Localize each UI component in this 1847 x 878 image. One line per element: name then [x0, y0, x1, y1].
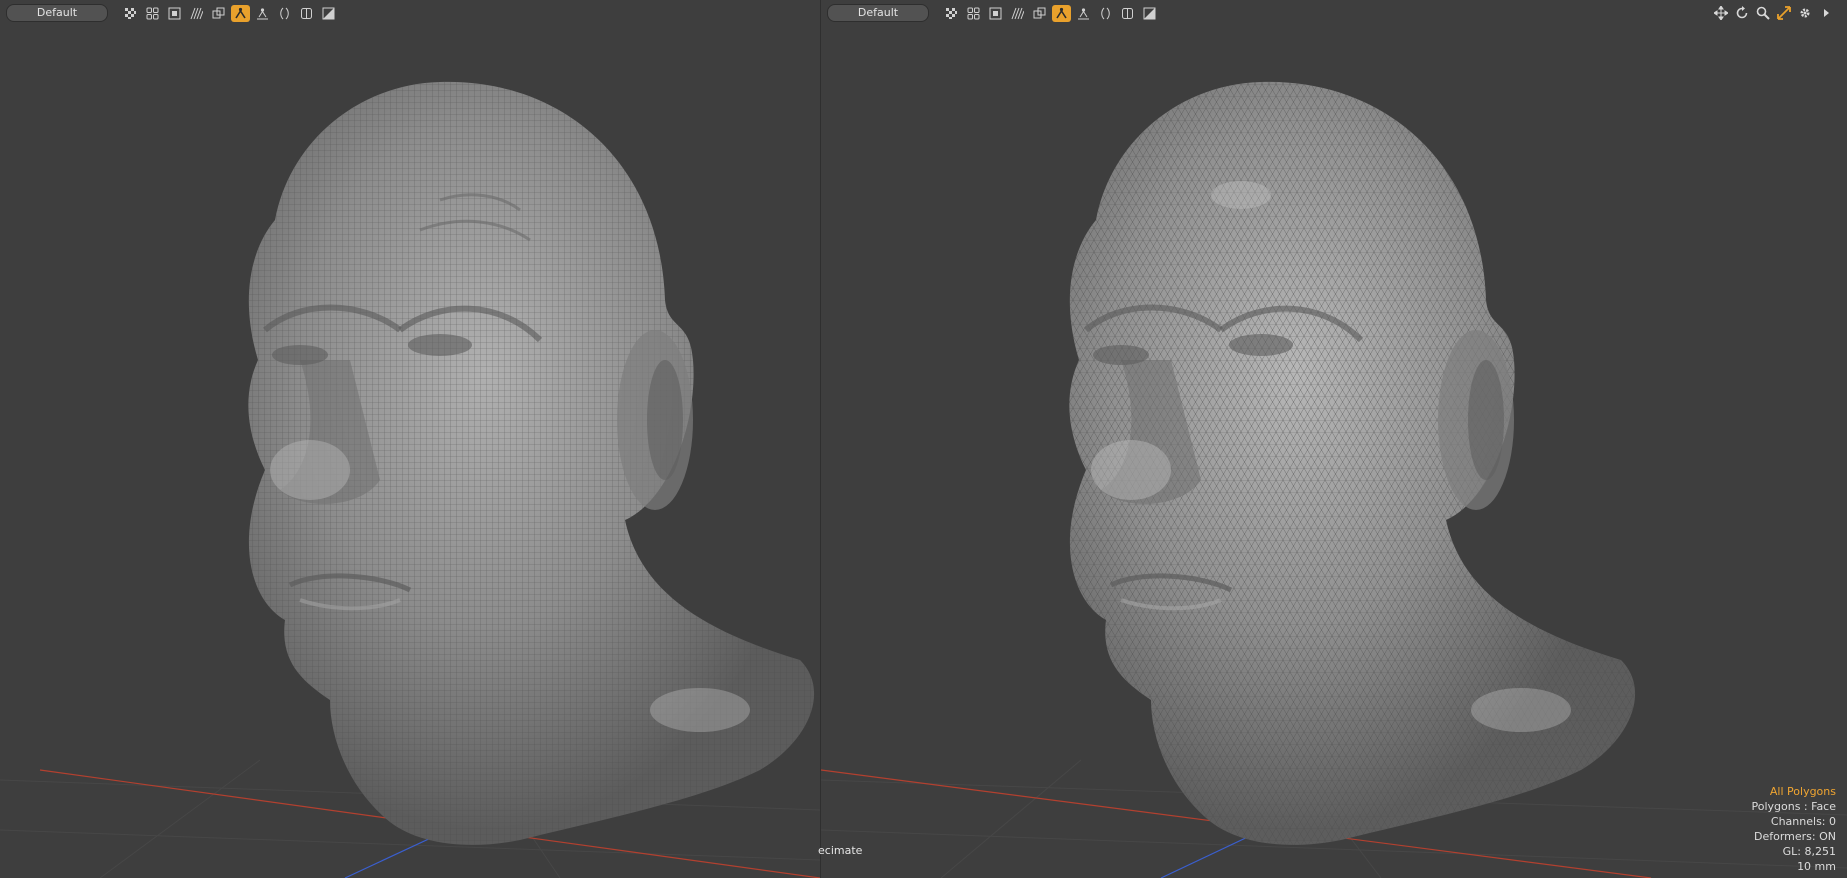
action-label: ecimate	[818, 844, 863, 857]
expand-arrow-icon[interactable]	[1817, 4, 1834, 21]
fit-view-icon[interactable]	[1775, 4, 1792, 21]
figure-icon[interactable]	[1052, 4, 1071, 22]
polygons-info: Polygons : Face	[1751, 800, 1836, 813]
scene-info-panel: All Polygons Polygons : Face Channels: 0…	[1751, 784, 1836, 874]
hatch-lines-icon[interactable]	[187, 5, 206, 22]
gl-count-info: GL: 8,251	[1782, 845, 1836, 858]
viewport-right[interactable]: Default All Polygons Polygons: Face Cha…	[820, 0, 1847, 878]
viewport-right-toolbar: Default	[821, 0, 1847, 26]
channels-info: Channels: 0	[1770, 815, 1836, 828]
slice-icon[interactable]	[1096, 5, 1115, 22]
wireframe-checker-icon[interactable]	[942, 5, 961, 22]
viewport-left[interactable]: Default	[0, 0, 820, 878]
grid-quad-icon[interactable]	[964, 5, 983, 22]
scene-figure-icon[interactable]	[1074, 5, 1093, 22]
selection-mode-label: All Polygons	[1769, 785, 1836, 798]
box-frame-icon[interactable]	[165, 5, 184, 22]
gradient-square-icon[interactable]	[319, 5, 338, 22]
double-slice-icon[interactable]	[1118, 5, 1137, 22]
figure-icon[interactable]	[231, 4, 250, 22]
viewport-preset-dropdown[interactable]: Default	[6, 4, 108, 22]
rotate-view-icon[interactable]	[1733, 4, 1750, 21]
double-slice-icon[interactable]	[297, 5, 316, 22]
overlap-squares-icon[interactable]	[1030, 5, 1049, 22]
grid-unit-info: 10 mm	[1797, 860, 1836, 873]
settings-icon[interactable]	[1796, 4, 1813, 21]
viewport-nav-tools	[1712, 4, 1834, 21]
move-view-icon[interactable]	[1712, 4, 1729, 21]
deformers-info: Deformers: ON	[1754, 830, 1836, 843]
head-mesh-quad	[248, 81, 815, 845]
wireframe-checker-icon[interactable]	[121, 5, 140, 22]
zoom-view-icon[interactable]	[1754, 4, 1771, 21]
gradient-square-icon[interactable]	[1140, 5, 1159, 22]
overlap-squares-icon[interactable]	[209, 5, 228, 22]
hatch-lines-icon[interactable]	[1008, 5, 1027, 22]
viewport-left-toolbar: Default	[0, 0, 820, 26]
scene-figure-icon[interactable]	[253, 5, 272, 22]
grid-quad-icon[interactable]	[143, 5, 162, 22]
viewport-right-scene	[821, 81, 1847, 878]
viewport-preset-dropdown[interactable]: Default	[827, 4, 929, 22]
head-mesh-decimated	[1069, 81, 1636, 845]
slice-icon[interactable]	[275, 5, 294, 22]
viewport-left-scene	[0, 81, 820, 878]
box-frame-icon[interactable]	[986, 5, 1005, 22]
